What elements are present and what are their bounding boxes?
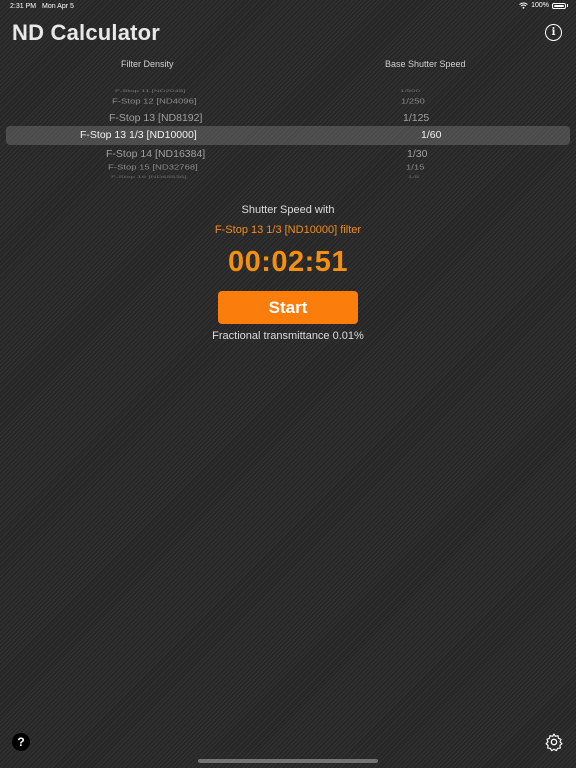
picker-row-filter[interactable]: F-Stop 11 [ND2048]: [115, 89, 186, 93]
picker-row-filter[interactable]: F-Stop 15 [ND32768]: [108, 163, 198, 172]
home-indicator: [198, 759, 378, 763]
picker-row-speed[interactable]: 1/8: [408, 175, 419, 179]
filter-density-header: Filter Density: [121, 59, 174, 69]
info-circle-icon[interactable]: i: [545, 24, 562, 41]
picker-row-speed-selected[interactable]: 1/60: [421, 129, 441, 141]
picker-row-filter[interactable]: F-Stop 13 [ND8192]: [109, 112, 202, 124]
picker-row-filter-selected[interactable]: F-Stop 13 1/3 [ND10000]: [80, 129, 197, 141]
picker-row-filter[interactable]: F-Stop 14 [ND16384]: [106, 148, 205, 160]
picker-row-speed[interactable]: 1/30: [407, 148, 427, 160]
picker-row-speed[interactable]: 1/125: [403, 112, 429, 124]
picker-row-speed[interactable]: 1/250: [401, 97, 425, 106]
base-shutter-speed-header: Base Shutter Speed: [385, 59, 466, 69]
page-title: ND Calculator: [12, 20, 161, 45]
shutter-timer: 00:02:51: [227, 246, 349, 278]
status-indicators: 100%: [519, 2, 568, 9]
result-label: Shutter Speed with: [241, 204, 335, 216]
battery-percent: 100%: [531, 2, 549, 9]
transmittance-text: Fractional transmittance 0.01%: [212, 330, 364, 342]
question-circle-icon[interactable]: ?: [12, 733, 30, 751]
status-date: Mon Apr 5: [42, 3, 74, 10]
wifi-icon: [519, 2, 528, 9]
result-filter-text: F-Stop 13 1/3 [ND10000] filter: [214, 224, 362, 236]
gear-icon[interactable]: [544, 732, 564, 752]
battery-nub: [567, 4, 568, 7]
status-time: 2:31 PM: [10, 3, 37, 10]
start-button[interactable]: Start: [218, 291, 358, 324]
picker-row-filter[interactable]: F-Stop 12 [ND4096]: [112, 97, 197, 106]
status-bar: 2:31 PM Mon Apr 5 100%: [0, 0, 576, 14]
picker-row-speed[interactable]: 1/15: [406, 163, 425, 172]
battery-icon: [552, 2, 566, 9]
picker-row-speed[interactable]: 1/500: [400, 89, 420, 93]
picker-row-filter[interactable]: F-Stop 16 [ND65536]: [111, 175, 187, 179]
